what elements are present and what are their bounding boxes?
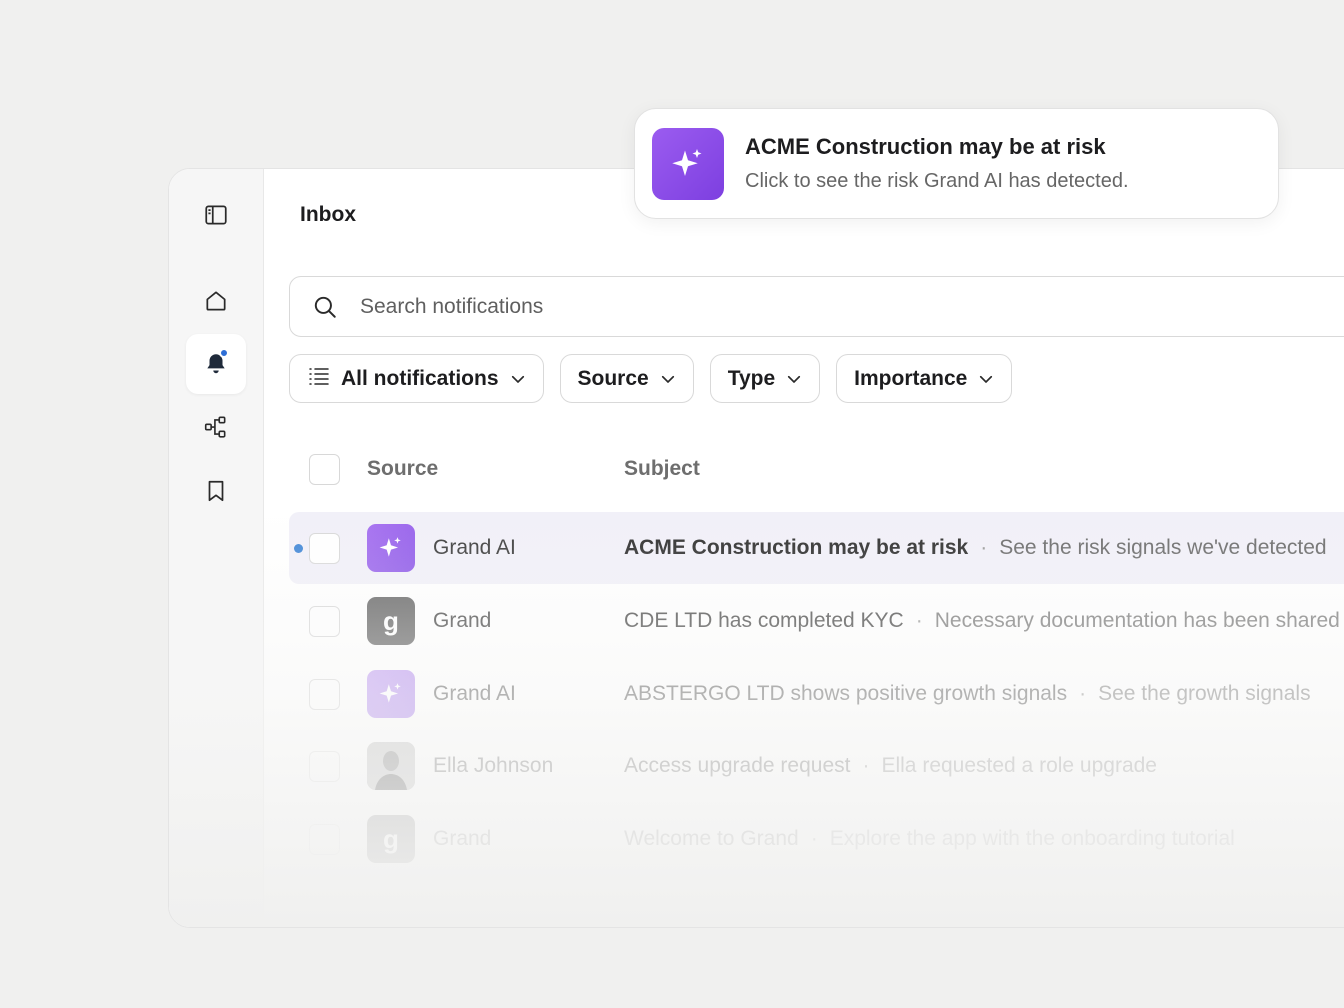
toast-text: ACME Construction may be at risk Click t… [745, 134, 1129, 193]
table-row[interactable]: Grand AI ACME Construction may be at ris… [289, 512, 1344, 584]
table-row[interactable]: g Grand CDE LTD has completed KYC · Necess… [289, 585, 1344, 657]
grand-logo: g [367, 815, 415, 863]
filter-type[interactable]: Type [709, 354, 821, 403]
unread-dot [294, 543, 303, 553]
row-checkbox[interactable] [309, 678, 340, 710]
row-checkbox[interactable] [309, 823, 340, 855]
row-checkbox[interactable] [309, 532, 340, 564]
column-header-source: Source [367, 457, 439, 480]
row-subject: Welcome to Grand [624, 827, 799, 850]
filter-label: Importance [854, 366, 968, 390]
search-bar[interactable] [289, 276, 1344, 337]
notification-dot [219, 348, 229, 358]
row-subject: ABSTERGO LTD shows positive growth signa… [624, 682, 1068, 705]
row-source: Grand [433, 827, 492, 850]
separator: · [1079, 682, 1087, 705]
row-checkbox[interactable] [309, 605, 340, 637]
main-panel: Inbox Search notifications All notificat… [265, 169, 1344, 927]
chevron-down-icon [788, 375, 801, 383]
filter-all-notifications[interactable]: All notifications [289, 354, 544, 403]
filter-source[interactable]: Source [559, 354, 694, 403]
row-preview: Ella requested a role upgrade [881, 754, 1157, 777]
chevron-down-icon [980, 375, 993, 383]
avatar [367, 670, 415, 718]
avatar [367, 524, 415, 572]
person-silhouette-icon [367, 742, 415, 790]
sidebar-item-notifications[interactable] [186, 334, 246, 394]
filter-importance[interactable]: Importance [836, 354, 1013, 403]
row-subject-cell: ABSTERGO LTD shows positive growth signa… [624, 682, 1311, 706]
toast-title: ACME Construction may be at risk [745, 134, 1106, 159]
bookmark-icon [208, 480, 224, 502]
row-subject-cell: CDE LTD has completed KYC · Necessary docu… [624, 609, 1340, 633]
grand-logo: g [367, 597, 415, 645]
row-preview: Explore the app with the onboarding tuto… [829, 827, 1235, 850]
column-header-subject: Subject [624, 457, 700, 480]
sidebar-item-network[interactable] [186, 397, 246, 457]
risk-toast[interactable]: ACME Construction may be at risk Click t… [634, 108, 1279, 219]
person-photo [367, 742, 415, 790]
toggle-sidebar-button[interactable] [186, 185, 246, 245]
row-preview: See the growth signals [1098, 682, 1311, 705]
table-row[interactable]: Ella Johnson Access upgrade request · Ella… [289, 730, 1344, 802]
row-source: Grand AI [433, 682, 516, 705]
row-subject: ACME Construction may be at risk [624, 536, 969, 559]
page-title: Inbox [300, 203, 356, 226]
filter-label: All notifications [341, 366, 499, 390]
sparkle-icon [379, 683, 401, 703]
filter-bar: All notifications Source Type Importance [289, 354, 1013, 404]
app-window: Inbox Search notifications All notificat… [168, 168, 1344, 928]
table-header: Source Subject [289, 444, 1344, 494]
separator: · [862, 754, 870, 777]
row-subject-cell: Access upgrade request · Ella requested a … [624, 754, 1157, 778]
sparkle-icon [379, 537, 401, 557]
row-preview: See the risk signals we've detected [999, 536, 1327, 559]
filter-label: Type [727, 366, 776, 390]
row-subject-cell: Welcome to Grand · Explore the app with th… [624, 827, 1235, 851]
filter-label: Source [577, 366, 649, 390]
toast-icon [652, 127, 724, 200]
row-preview: Necessary documentation has been shared [934, 609, 1340, 632]
row-subject: CDE LTD has completed KYC [624, 609, 904, 632]
chevron-down-icon [661, 375, 674, 383]
search-input[interactable] [360, 294, 1260, 319]
row-source: Ella Johnson [433, 754, 554, 777]
row-subject-cell: ACME Construction may be at risk · See the… [624, 536, 1327, 560]
row-checkbox[interactable] [309, 750, 340, 782]
row-subject: Access upgrade request [624, 754, 851, 777]
chevron-down-icon [511, 375, 524, 383]
stage: Inbox Search notifications All notificat… [0, 0, 1344, 1008]
sparkle-icon [672, 148, 702, 176]
hierarchy-icon [204, 416, 226, 438]
table-row[interactable]: g Grand Welcome to Grand · Explore the app… [289, 803, 1344, 875]
separator: · [915, 609, 923, 632]
search-icon [314, 296, 336, 318]
list-icon [307, 364, 331, 394]
toast-body: Click to see the risk Grand AI has detec… [745, 170, 1129, 192]
row-source: Grand [433, 609, 492, 632]
separator: · [980, 536, 988, 559]
sidebar-item-bookmarks[interactable] [186, 461, 246, 521]
row-source: Grand AI [433, 536, 516, 559]
sidebar-panel-icon [205, 205, 227, 225]
sidebar-item-home[interactable] [186, 271, 246, 331]
select-all-checkbox[interactable] [309, 453, 340, 485]
sidebar [169, 169, 264, 927]
separator: · [810, 827, 818, 850]
table-row[interactable]: Grand AI ABSTERGO LTD shows positive gro… [289, 658, 1344, 730]
home-icon [206, 291, 226, 311]
